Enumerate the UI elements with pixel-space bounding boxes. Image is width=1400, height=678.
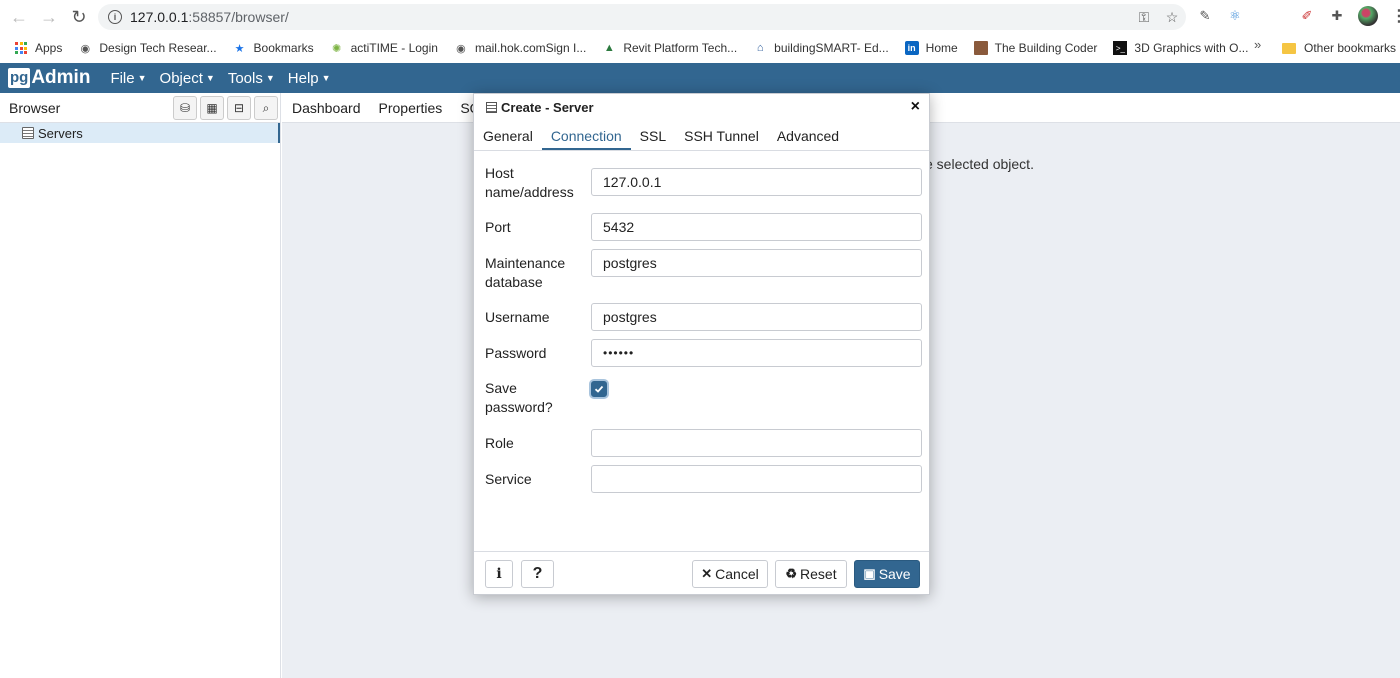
service-input[interactable] [591,465,922,493]
role-label: Role [485,435,514,451]
chevron-down-icon: ▼ [137,73,147,83]
maintenance-db-label: Maintenance database [485,255,566,290]
role-input[interactable] [591,429,922,457]
main-hint-text: e selected object. [925,156,1034,172]
bookmark-other[interactable]: Other bookmarks [1282,36,1396,60]
bookmark-actitime[interactable]: ✺ actiTIME - Login [324,36,444,60]
username-label: Username [485,309,550,325]
folder-icon [1282,42,1296,54]
help-button[interactable]: ? [521,560,554,588]
globe-icon: ◉ [456,42,466,55]
server-icon [486,102,497,113]
blank-extension-icon[interactable] [1256,7,1286,25]
menu-tools[interactable]: Tools ▼ [228,70,275,87]
password-label: Password [485,345,547,361]
react-extension-icon[interactable]: ⚛ [1226,7,1244,25]
maintenance-db-input[interactable]: postgres [591,249,922,277]
port-label: Port [485,219,511,235]
buildingsmart-icon: ⌂ [756,42,764,54]
chevron-down-icon: ▼ [265,73,275,83]
bookmark-design-tech[interactable]: ◉ Design Tech Resear... [72,36,222,60]
dialog-title: Create - Server [501,100,594,115]
bookmark-building-coder[interactable]: The Building Coder [968,36,1104,60]
autodesk-icon: ▲ [603,42,615,54]
tab-ssl[interactable]: SSL [631,128,675,150]
host-input[interactable]: 127.0.0.1 [591,168,922,196]
browser-toolbar: ← → ↻ i 127.0.0.1:58857/browser/ ⚿ ☆ ✎ ⚛… [0,0,1400,34]
bookmark-revit[interactable]: ▲ Revit Platform Tech... [596,36,743,60]
bookmark-bookmarks[interactable]: ★ Bookmarks [227,36,320,60]
edit-extension-icon[interactable]: ✐ [1298,7,1316,25]
search-icon[interactable]: ⌕ [254,96,278,120]
globe-icon: ◉ [80,42,91,55]
close-icon: ✕ [701,566,713,581]
reload-icon[interactable]: ↻ [64,2,94,32]
kebab-menu-icon[interactable]: ⋮ [1390,7,1400,25]
address-bar[interactable]: i 127.0.0.1:58857/browser/ ⚿ ☆ [98,4,1186,30]
info-icon[interactable]: i [108,10,122,24]
service-label: Service [485,471,532,487]
tree-item-servers[interactable]: Servers [0,123,280,143]
reset-button[interactable]: ♻ Reset [775,560,847,588]
chevron-down-icon: ▼ [205,73,215,83]
star-icon: ★ [234,42,245,55]
more-bookmarks-chevron[interactable]: » [1254,37,1261,52]
dialog-footer: i ? ✕ Cancel ♻ Reset ▣ Save [474,551,929,594]
tab-general[interactable]: General [474,128,542,150]
panel-title: Browser [9,99,61,116]
star-bookmark-icon[interactable]: ☆ [1162,7,1182,27]
check-icon [594,385,604,393]
forward-arrow-icon[interactable]: → [34,2,64,32]
filter-rows-icon[interactable]: ⊟ [227,96,251,120]
menu-file[interactable]: File ▼ [110,70,146,87]
tab-dashboard[interactable]: Dashboard [292,100,361,116]
server-icon [22,127,34,139]
pgadmin-navbar: pg Admin File ▼ Object ▼ Tools ▼ Help ▼ [0,63,1400,93]
floppy-disk-icon: ▣ [863,566,876,581]
bookmarks-bar: Apps ◉ Design Tech Resear... ★ Bookmarks… [0,34,1400,62]
terminal-icon: >_ [1113,41,1128,55]
bookmark-buildingsmart[interactable]: ⌂ buildingSMART- Ed... [747,36,895,60]
menu-help[interactable]: Help ▼ [288,70,331,87]
port-input[interactable]: 5432 [591,213,922,241]
bookmark-3d-graphics[interactable]: >_ 3D Graphics with O... [1107,36,1254,60]
apps-grid-icon [14,41,28,55]
linkedin-icon: in [904,41,919,55]
chevron-down-icon: ▼ [321,73,331,83]
bookmark-mail[interactable]: ◉ mail.hok.comSign I... [448,36,592,60]
puzzle-extensions-icon[interactable]: ✚ [1328,7,1346,25]
profile-avatar[interactable] [1358,6,1378,26]
key-icon[interactable]: ⚿ [1134,7,1154,27]
create-server-dialog: Create - Server × General Connection SSL… [473,93,930,595]
url-text: 127.0.0.1:58857/browser/ [130,9,289,25]
actitime-icon: ✺ [331,42,342,55]
tab-properties[interactable]: Properties [379,100,443,116]
portrait-icon [973,41,988,55]
recycle-icon: ♻ [785,566,798,581]
host-label: Host name/address [485,165,574,200]
dialog-body: Host name/address 127.0.0.1 Port 5432 Ma… [474,152,929,552]
close-icon[interactable]: × [911,98,920,116]
query-tool-icon[interactable]: ⛁ [173,96,197,120]
username-input[interactable]: postgres [591,303,922,331]
back-arrow-icon[interactable]: ← [4,2,34,32]
bookmark-home[interactable]: in Home [899,36,964,60]
save-password-checkbox[interactable] [591,381,607,397]
view-data-icon[interactable]: ▦ [200,96,224,120]
menu-object[interactable]: Object ▼ [160,70,215,87]
info-button[interactable]: i [485,560,513,588]
tab-ssh-tunnel[interactable]: SSH Tunnel [675,128,768,150]
pgadmin-logo[interactable]: pg Admin [8,67,90,89]
tab-connection[interactable]: Connection [541,128,631,150]
eyedropper-extension-icon[interactable]: ✎ [1196,7,1214,25]
tab-advanced[interactable]: Advanced [768,128,848,150]
bookmark-apps[interactable]: Apps [8,36,68,60]
save-button[interactable]: ▣ Save [854,560,920,588]
cancel-button[interactable]: ✕ Cancel [692,560,768,588]
browser-panel: Browser ⛁ ▦ ⊟ ⌕ Servers [0,93,281,678]
save-password-label: Save password? [485,380,553,415]
password-input[interactable]: •••••• [591,339,922,367]
